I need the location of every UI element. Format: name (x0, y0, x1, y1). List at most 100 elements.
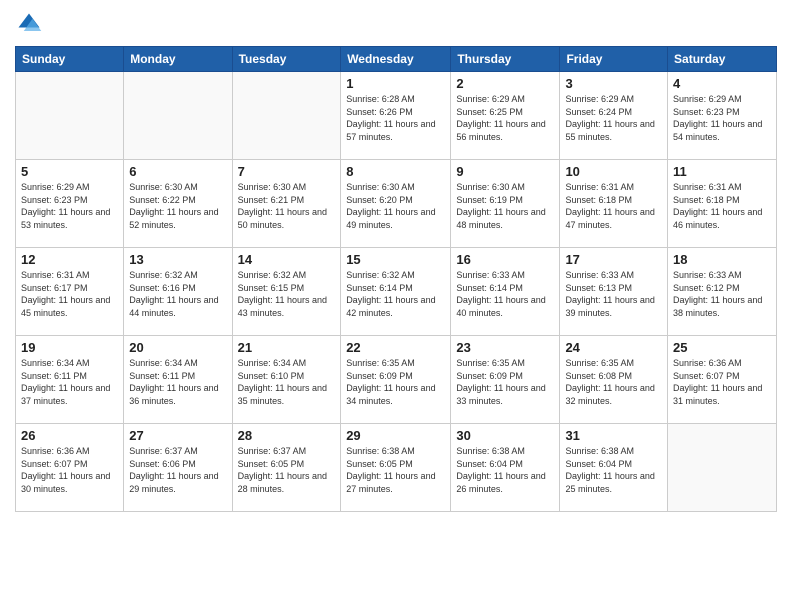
calendar-cell: 7 Sunrise: 6:30 AMSunset: 6:21 PMDaylight… (232, 160, 341, 248)
logo-icon (15, 10, 43, 38)
logo (15, 10, 47, 38)
day-number: 28 (238, 428, 336, 443)
day-info: Sunrise: 6:29 AMSunset: 6:23 PMDaylight:… (21, 181, 118, 231)
week-row-4: 19Sunrise: 6:34 AMSunset: 6:11 PMDayligh… (16, 336, 777, 424)
calendar-cell: 13 Sunrise: 6:32 AMSunset: 6:16 PMDayligh… (124, 248, 232, 336)
day-number: 13 (129, 252, 226, 267)
day-info: Sunrise: 6:29 AMSunset: 6:25 PMDaylight:… (456, 93, 554, 143)
calendar-table: SundayMondayTuesdayWednesdayThursdayFrid… (15, 46, 777, 512)
calendar-cell: 5 Sunrise: 6:29 AMSunset: 6:23 PMDaylight… (16, 160, 124, 248)
day-info: Sunrise: 6:36 AMSunset: 6:07 PMDaylight:… (673, 357, 771, 407)
day-number: 24 (565, 340, 662, 355)
calendar-cell: 6 Sunrise: 6:30 AMSunset: 6:22 PMDaylight… (124, 160, 232, 248)
day-info: Sunrise: 6:30 AMSunset: 6:21 PMDaylight:… (238, 181, 336, 231)
weekday-header-wednesday: Wednesday (341, 47, 451, 72)
day-info: Sunrise: 6:29 AMSunset: 6:24 PMDaylight:… (565, 93, 662, 143)
week-row-1: 1Sunrise: 6:28 AMSunset: 6:26 PMDaylight… (16, 72, 777, 160)
calendar-cell: 11Sunrise: 6:31 AMSunset: 6:18 PMDayligh… (668, 160, 777, 248)
day-info: Sunrise: 6:37 AMSunset: 6:06 PMDaylight:… (129, 445, 226, 495)
week-row-2: 5 Sunrise: 6:29 AMSunset: 6:23 PMDaylight… (16, 160, 777, 248)
day-info: Sunrise: 6:30 AMSunset: 6:19 PMDaylight:… (456, 181, 554, 231)
day-info: Sunrise: 6:32 AMSunset: 6:15 PMDaylight:… (238, 269, 336, 319)
calendar-cell: 14 Sunrise: 6:32 AMSunset: 6:15 PMDayligh… (232, 248, 341, 336)
calendar-cell: 12Sunrise: 6:31 AMSunset: 6:17 PMDayligh… (16, 248, 124, 336)
day-info: Sunrise: 6:29 AMSunset: 6:23 PMDaylight:… (673, 93, 771, 143)
calendar-cell: 21 Sunrise: 6:34 AMSunset: 6:10 PMDayligh… (232, 336, 341, 424)
weekday-header-tuesday: Tuesday (232, 47, 341, 72)
day-info: Sunrise: 6:37 AMSunset: 6:05 PMDaylight:… (238, 445, 336, 495)
week-row-3: 12Sunrise: 6:31 AMSunset: 6:17 PMDayligh… (16, 248, 777, 336)
weekday-header-monday: Monday (124, 47, 232, 72)
day-info: Sunrise: 6:32 AMSunset: 6:14 PMDaylight:… (346, 269, 445, 319)
day-info: Sunrise: 6:33 AMSunset: 6:12 PMDaylight:… (673, 269, 771, 319)
calendar-cell: 27 Sunrise: 6:37 AMSunset: 6:06 PMDayligh… (124, 424, 232, 512)
day-number: 8 (346, 164, 445, 179)
calendar-cell: 4 Sunrise: 6:29 AMSunset: 6:23 PMDaylight… (668, 72, 777, 160)
weekday-header-thursday: Thursday (451, 47, 560, 72)
header (15, 10, 777, 38)
day-number: 18 (673, 252, 771, 267)
day-number: 25 (673, 340, 771, 355)
calendar-cell: 19Sunrise: 6:34 AMSunset: 6:11 PMDayligh… (16, 336, 124, 424)
day-info: Sunrise: 6:35 AMSunset: 6:09 PMDaylight:… (346, 357, 445, 407)
weekday-header-sunday: Sunday (16, 47, 124, 72)
calendar-cell: 8 Sunrise: 6:30 AMSunset: 6:20 PMDaylight… (341, 160, 451, 248)
day-info: Sunrise: 6:30 AMSunset: 6:20 PMDaylight:… (346, 181, 445, 231)
day-number: 3 (565, 76, 662, 91)
day-number: 29 (346, 428, 445, 443)
calendar-cell: 24 Sunrise: 6:35 AMSunset: 6:08 PMDayligh… (560, 336, 668, 424)
calendar-cell: 10 Sunrise: 6:31 AMSunset: 6:18 PMDayligh… (560, 160, 668, 248)
day-number: 26 (21, 428, 118, 443)
weekday-header-saturday: Saturday (668, 47, 777, 72)
calendar-cell: 9Sunrise: 6:30 AMSunset: 6:19 PMDaylight… (451, 160, 560, 248)
calendar-cell: 1Sunrise: 6:28 AMSunset: 6:26 PMDaylight… (341, 72, 451, 160)
day-number: 6 (129, 164, 226, 179)
day-number: 15 (346, 252, 445, 267)
day-number: 17 (565, 252, 662, 267)
day-info: Sunrise: 6:34 AMSunset: 6:10 PMDaylight:… (238, 357, 336, 407)
calendar-cell: 30 Sunrise: 6:38 AMSunset: 6:04 PMDayligh… (451, 424, 560, 512)
calendar-cell: 17Sunrise: 6:33 AMSunset: 6:13 PMDayligh… (560, 248, 668, 336)
day-info: Sunrise: 6:30 AMSunset: 6:22 PMDaylight:… (129, 181, 226, 231)
calendar-cell: 28 Sunrise: 6:37 AMSunset: 6:05 PMDayligh… (232, 424, 341, 512)
day-info: Sunrise: 6:38 AMSunset: 6:05 PMDaylight:… (346, 445, 445, 495)
day-number: 27 (129, 428, 226, 443)
day-number: 12 (21, 252, 118, 267)
day-number: 4 (673, 76, 771, 91)
calendar-cell (16, 72, 124, 160)
day-number: 5 (21, 164, 118, 179)
day-number: 7 (238, 164, 336, 179)
day-info: Sunrise: 6:31 AMSunset: 6:18 PMDaylight:… (565, 181, 662, 231)
day-number: 21 (238, 340, 336, 355)
day-info: Sunrise: 6:36 AMSunset: 6:07 PMDaylight:… (21, 445, 118, 495)
calendar-cell: 2 Sunrise: 6:29 AMSunset: 6:25 PMDaylight… (451, 72, 560, 160)
day-number: 30 (456, 428, 554, 443)
day-info: Sunrise: 6:35 AMSunset: 6:09 PMDaylight:… (456, 357, 554, 407)
calendar-cell: 23Sunrise: 6:35 AMSunset: 6:09 PMDayligh… (451, 336, 560, 424)
calendar-cell: 26 Sunrise: 6:36 AMSunset: 6:07 PMDayligh… (16, 424, 124, 512)
day-number: 14 (238, 252, 336, 267)
day-number: 31 (565, 428, 662, 443)
day-number: 10 (565, 164, 662, 179)
day-info: Sunrise: 6:34 AMSunset: 6:11 PMDaylight:… (21, 357, 118, 407)
day-number: 2 (456, 76, 554, 91)
calendar-cell (124, 72, 232, 160)
day-info: Sunrise: 6:32 AMSunset: 6:16 PMDaylight:… (129, 269, 226, 319)
day-info: Sunrise: 6:34 AMSunset: 6:11 PMDaylight:… (129, 357, 226, 407)
calendar-cell (668, 424, 777, 512)
day-number: 16 (456, 252, 554, 267)
calendar-cell: 31Sunrise: 6:38 AMSunset: 6:04 PMDayligh… (560, 424, 668, 512)
calendar-cell: 3 Sunrise: 6:29 AMSunset: 6:24 PMDaylight… (560, 72, 668, 160)
day-info: Sunrise: 6:33 AMSunset: 6:14 PMDaylight:… (456, 269, 554, 319)
day-number: 20 (129, 340, 226, 355)
day-info: Sunrise: 6:38 AMSunset: 6:04 PMDaylight:… (456, 445, 554, 495)
calendar-cell: 20 Sunrise: 6:34 AMSunset: 6:11 PMDayligh… (124, 336, 232, 424)
calendar-cell: 15 Sunrise: 6:32 AMSunset: 6:14 PMDayligh… (341, 248, 451, 336)
day-info: Sunrise: 6:35 AMSunset: 6:08 PMDaylight:… (565, 357, 662, 407)
calendar-cell (232, 72, 341, 160)
page: SundayMondayTuesdayWednesdayThursdayFrid… (0, 0, 792, 612)
calendar-cell: 25 Sunrise: 6:36 AMSunset: 6:07 PMDayligh… (668, 336, 777, 424)
day-info: Sunrise: 6:28 AMSunset: 6:26 PMDaylight:… (346, 93, 445, 143)
weekday-header-row: SundayMondayTuesdayWednesdayThursdayFrid… (16, 47, 777, 72)
day-number: 11 (673, 164, 771, 179)
